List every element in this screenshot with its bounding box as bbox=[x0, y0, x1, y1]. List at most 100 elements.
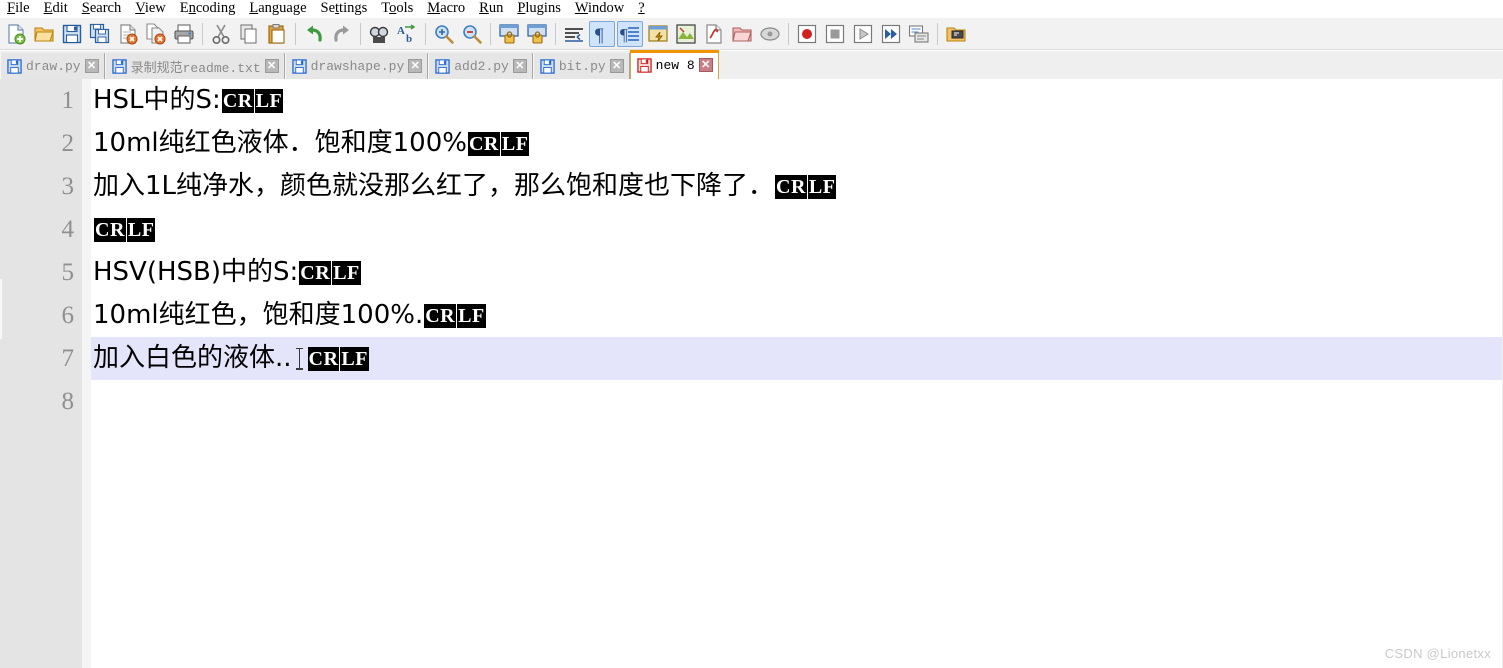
menu-item-file[interactable]: File bbox=[0, 0, 37, 17]
eol-lf: LF bbox=[332, 260, 361, 285]
run-macro-multiple-icon[interactable] bbox=[878, 21, 904, 47]
document-map-icon[interactable] bbox=[673, 21, 699, 47]
menu-item-tools[interactable]: Tools bbox=[374, 0, 420, 17]
tab-close-icon[interactable]: ✕ bbox=[84, 59, 99, 73]
run-icon[interactable] bbox=[943, 21, 969, 47]
line-text: 10ml纯红色，饱和度100%. bbox=[93, 300, 424, 330]
text-lines[interactable]: HSL中的S: CR LF 10ml纯红色液体．饱和度100% CR LF 加入1L… bbox=[91, 79, 1503, 668]
toolbar-separator bbox=[490, 22, 491, 45]
editor-line[interactable]: 10ml纯红色，饱和度100%. CR LF bbox=[91, 294, 1503, 337]
eol-cr: CR bbox=[221, 88, 255, 113]
tab-add2-py[interactable]: add2.py ✕ bbox=[428, 53, 533, 79]
svg-text:A: A bbox=[397, 25, 405, 37]
menu-item-macro[interactable]: Macro bbox=[420, 0, 472, 17]
save-macro-icon[interactable] bbox=[906, 21, 932, 47]
toolbar-separator bbox=[202, 22, 203, 45]
svg-text:¶: ¶ bbox=[620, 25, 628, 44]
line-text: HSL中的S: bbox=[93, 85, 221, 115]
menu-item-window[interactable]: Window bbox=[568, 0, 631, 17]
menu-item-run[interactable]: Run bbox=[472, 0, 510, 17]
line-text: 加入1L纯净水，颜色就没那么红了，那么饱和度也下降了． bbox=[93, 171, 775, 201]
eol-cr: CR bbox=[424, 303, 458, 328]
csdn-watermark: CSDN @Lionetxx bbox=[1384, 646, 1491, 661]
cut-icon[interactable] bbox=[208, 21, 234, 47]
editor-line[interactable] bbox=[91, 380, 1503, 423]
menu-item-edit[interactable]: Edit bbox=[37, 0, 75, 17]
menu-item-plugins[interactable]: Plugins bbox=[510, 0, 568, 17]
play-macro-icon[interactable] bbox=[850, 21, 876, 47]
undo-icon[interactable] bbox=[301, 21, 327, 47]
tab-close-icon[interactable]: ✕ bbox=[264, 59, 279, 73]
editor-line[interactable]: 10ml纯红色液体．饱和度100% CR LF bbox=[91, 122, 1503, 165]
editor-line[interactable]: 加入1L纯净水，颜色就没那么红了，那么饱和度也下降了． CR LF bbox=[91, 165, 1503, 208]
show-indent-guide-icon[interactable]: ¶ bbox=[617, 20, 643, 47]
tab-label: bit.py bbox=[558, 58, 606, 74]
stop-macro-icon[interactable] bbox=[822, 21, 848, 47]
tab-close-icon[interactable]: ✕ bbox=[512, 59, 527, 73]
tab-bit-py[interactable]: bit.py ✕ bbox=[532, 53, 630, 79]
close-all-files-icon[interactable] bbox=[143, 21, 169, 47]
toolbar-separator bbox=[788, 22, 789, 45]
line-text: HSV(HSB)中的S: bbox=[93, 257, 299, 287]
user-defined-dialog-icon[interactable] bbox=[645, 21, 671, 47]
tab-drawshape-py[interactable]: drawshape.py ✕ bbox=[284, 53, 429, 79]
paste-icon[interactable] bbox=[264, 21, 290, 47]
save-all-icon[interactable] bbox=[87, 21, 113, 47]
print-icon[interactable] bbox=[171, 21, 197, 47]
new-file-icon[interactable] bbox=[3, 21, 29, 47]
editor-line[interactable]: HSV(HSB)中的S: CR LF bbox=[91, 251, 1503, 294]
toolbar-separator bbox=[360, 22, 361, 45]
copy-icon[interactable] bbox=[236, 21, 262, 47]
tab-label: draw.py bbox=[26, 58, 81, 74]
tab-close-icon[interactable]: ✕ bbox=[698, 58, 713, 72]
show-all-characters-icon[interactable]: ¶ bbox=[589, 20, 615, 47]
svg-text:b: b bbox=[406, 33, 412, 45]
tab-readme-txt[interactable]: 录制规范readme.txt ✕ bbox=[104, 53, 285, 79]
menu-item-encoding[interactable]: Encoding bbox=[173, 0, 243, 17]
find-icon[interactable] bbox=[366, 21, 392, 47]
tab-close-icon[interactable]: ✕ bbox=[408, 59, 423, 73]
tab-new-8[interactable]: new 8 ✕ bbox=[629, 50, 719, 79]
open-file-icon[interactable] bbox=[31, 21, 57, 47]
eol-lf: LF bbox=[807, 174, 837, 199]
function-list-icon[interactable] bbox=[701, 21, 727, 47]
editor-line[interactable]: HSL中的S: CR LF bbox=[91, 79, 1503, 122]
eol-cr: CR bbox=[307, 346, 341, 371]
replace-icon[interactable]: A b bbox=[394, 21, 420, 47]
tab-close-icon[interactable]: ✕ bbox=[609, 59, 624, 73]
line-number: 5 bbox=[61, 259, 75, 286]
tab-label: drawshape.py bbox=[310, 58, 405, 74]
close-file-icon[interactable] bbox=[115, 21, 141, 47]
sync-horizontal-scrolling-icon[interactable] bbox=[524, 21, 550, 47]
editor-area[interactable]: 1 2 3 4 5 6 7 8 HSL中的S: CR LF 10ml纯红色液体．饱… bbox=[0, 79, 1503, 668]
word-wrap-icon[interactable] bbox=[561, 21, 587, 47]
sync-vertical-scrolling-icon[interactable] bbox=[496, 21, 522, 47]
zoom-out-icon[interactable] bbox=[459, 21, 485, 47]
zoom-in-icon[interactable] bbox=[431, 21, 457, 47]
save-icon[interactable] bbox=[59, 21, 85, 47]
toolbar-separator bbox=[555, 22, 556, 45]
eol-marker-crlf: CR LF bbox=[221, 88, 284, 113]
record-macro-icon[interactable] bbox=[794, 21, 820, 47]
line-text: 加入白色的液体.. bbox=[93, 343, 292, 373]
floppy-saved-icon bbox=[291, 58, 307, 74]
tab-draw-py[interactable]: draw.py ✕ bbox=[0, 53, 105, 79]
menu-item-view[interactable]: View bbox=[128, 0, 173, 17]
folder-as-workspace-icon[interactable] bbox=[729, 21, 755, 47]
tab-label: 录制规范readme.txt bbox=[130, 60, 261, 76]
menu-item-search[interactable]: Search bbox=[75, 0, 128, 17]
toolbar-separator bbox=[295, 22, 296, 45]
floppy-saved-icon bbox=[435, 58, 450, 74]
menu-item-help[interactable]: ? bbox=[631, 0, 651, 17]
editor-line[interactable]: CR LF bbox=[91, 208, 1503, 251]
redo-icon[interactable] bbox=[329, 21, 355, 47]
editor-line-current[interactable]: 加入白色的液体.. CR LF bbox=[91, 337, 1503, 380]
monitoring-icon[interactable] bbox=[757, 21, 783, 47]
toolbar: A b ¶ ¶ bbox=[0, 18, 1503, 50]
menu-item-language[interactable]: Language bbox=[242, 0, 313, 17]
menu-item-settings[interactable]: Settings bbox=[314, 0, 375, 17]
svg-text:¶: ¶ bbox=[595, 25, 604, 44]
eol-marker-crlf: CR LF bbox=[299, 260, 361, 285]
eol-cr: CR bbox=[775, 174, 808, 199]
eol-lf: LF bbox=[254, 88, 284, 113]
